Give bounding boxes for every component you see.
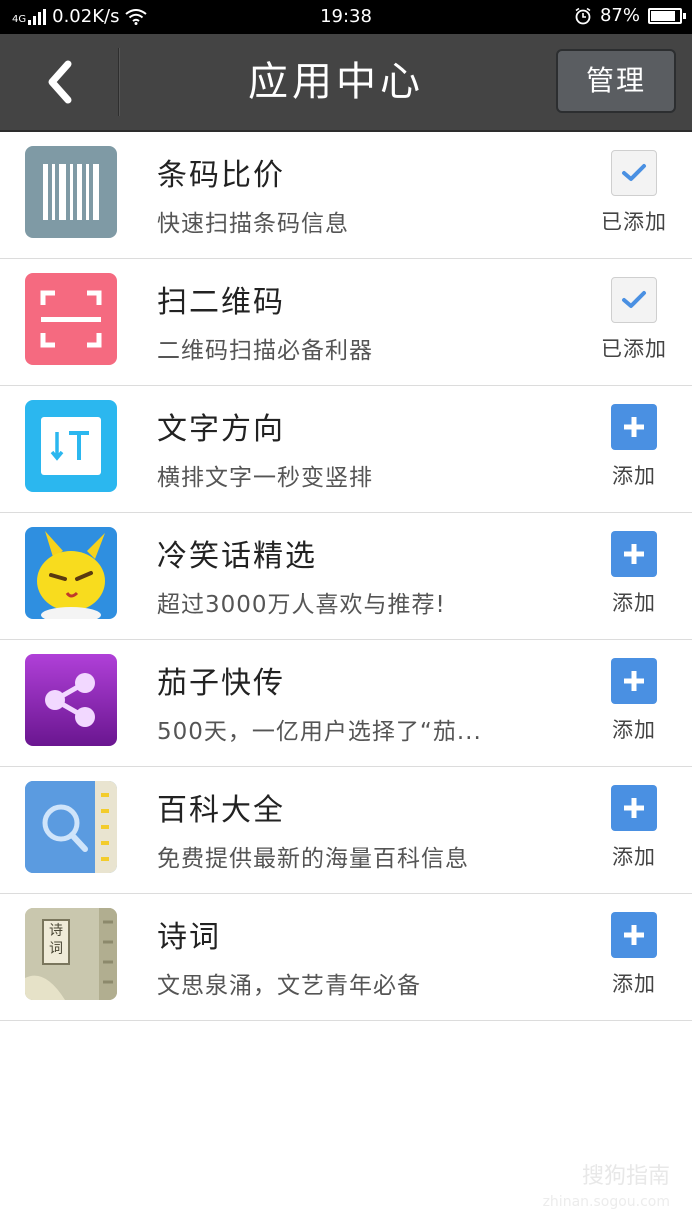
app-name: 扫二维码 [157, 285, 285, 320]
text-direction-icon [25, 400, 117, 492]
title-bar: 应用中心 管理 [0, 34, 692, 132]
barcode-icon [25, 146, 117, 238]
app-name: 冷笑话精选 [157, 539, 317, 574]
page-title: 应用中心 [248, 59, 424, 105]
status-right: 87% [574, 5, 686, 26]
app-item-cold-jokes[interactable]: 冷笑话精选 超过3000万人喜欢与推荐! 添加 [0, 513, 692, 640]
app-description: 超过3000万人喜欢与推荐! [157, 592, 446, 618]
app-item-poetry[interactable]: 诗词 诗词 文思泉涌，文艺青年必备 添加 [0, 894, 692, 1021]
qr-scan-icon [25, 273, 117, 365]
app-name: 百科大全 [157, 793, 285, 828]
battery-percent: 87% [599, 5, 640, 26]
plus-icon [611, 404, 657, 450]
watermark: 搜狗指南 zhinan.sogou.com [543, 1158, 670, 1210]
added-indicator[interactable]: 已添加 [594, 277, 674, 363]
poetry-book-icon: 诗词 [25, 908, 117, 1000]
app-description: 免费提供最新的海量百科信息 [157, 846, 469, 872]
action-label: 添加 [612, 972, 656, 996]
plus-icon [611, 658, 657, 704]
action-label: 添加 [612, 464, 656, 488]
add-button[interactable]: 添加 [594, 404, 674, 490]
action-label: 添加 [612, 845, 656, 869]
back-button[interactable] [0, 34, 118, 130]
title-divider [118, 48, 119, 116]
encyclopedia-book-icon [25, 781, 117, 873]
action-label: 添加 [612, 591, 656, 615]
app-item-qr-scan[interactable]: 扫二维码 二维码扫描必备利器 已添加 [0, 259, 692, 386]
action-label: 已添加 [601, 210, 667, 234]
plus-icon [611, 785, 657, 831]
action-label: 已添加 [601, 337, 667, 361]
app-description: 横排文字一秒变竖排 [157, 465, 373, 491]
check-icon [611, 277, 657, 323]
app-description: 二维码扫描必备利器 [157, 338, 373, 364]
app-item-qiezi-transfer[interactable]: 茄子快传 500天，一亿用户选择了“茄... 添加 [0, 640, 692, 767]
plus-icon [611, 531, 657, 577]
watermark-text: 搜狗指南 [581, 1164, 670, 1189]
add-button[interactable]: 添加 [594, 912, 674, 998]
check-icon [611, 150, 657, 196]
app-item-encyclopedia[interactable]: 百科大全 免费提供最新的海量百科信息 添加 [0, 767, 692, 894]
app-name: 茄子快传 [157, 666, 285, 701]
add-button[interactable]: 添加 [594, 531, 674, 617]
app-description: 快速扫描条码信息 [157, 211, 349, 237]
app-description: 文思泉涌，文艺青年必备 [157, 973, 421, 999]
app-description: 500天，一亿用户选择了“茄... [157, 719, 482, 745]
app-name: 条码比价 [157, 158, 285, 193]
battery-icon [648, 7, 686, 24]
add-button[interactable]: 添加 [594, 658, 674, 744]
app-item-text-direction[interactable]: 文字方向 横排文字一秒变竖排 添加 [0, 386, 692, 513]
added-indicator[interactable]: 已添加 [594, 150, 674, 236]
manage-button[interactable]: 管理 [556, 49, 676, 113]
app-name: 文字方向 [157, 412, 285, 447]
add-button[interactable]: 添加 [594, 785, 674, 871]
action-label: 添加 [612, 718, 656, 742]
status-bar: 4G 0.02K/s 19:38 87% [0, 0, 692, 34]
poetry-icon-label: 诗词 [49, 923, 63, 957]
chevron-left-icon [48, 60, 72, 104]
app-name: 诗词 [157, 920, 221, 955]
alarm-icon [575, 7, 591, 24]
app-list: 条码比价 快速扫描条码信息 已添加 扫二维码 二维码扫描必备利器 已添加 文字方… [0, 132, 692, 1021]
watermark-url: zhinan.sogou.com [542, 1194, 670, 1210]
share-icon [25, 654, 117, 746]
plus-icon [611, 912, 657, 958]
app-item-barcode-compare[interactable]: 条码比价 快速扫描条码信息 已添加 [0, 132, 692, 259]
rabbit-mascot-icon [25, 527, 117, 619]
